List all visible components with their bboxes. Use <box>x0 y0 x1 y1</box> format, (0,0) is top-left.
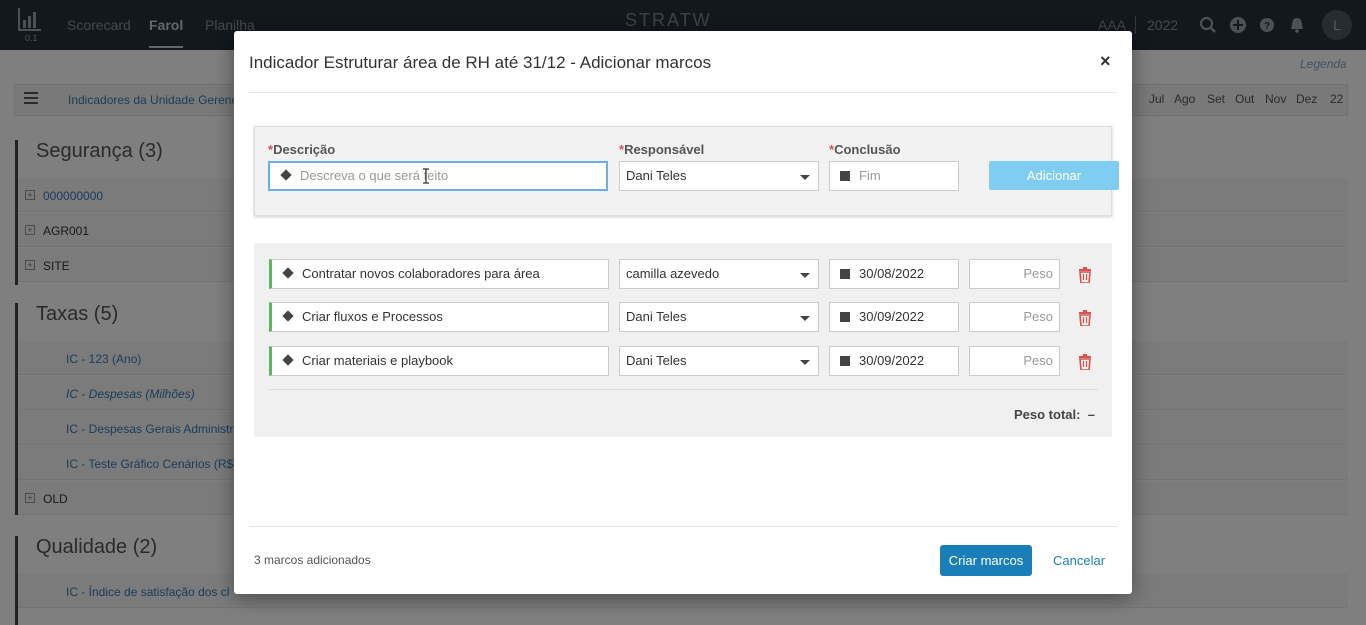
descricao-label: *Descrição <box>268 142 336 157</box>
milestone-description-input[interactable]: Contratar novos colaboradores para área <box>269 259 609 289</box>
chevron-down-icon <box>800 360 810 365</box>
weight-total-value: – <box>1087 407 1095 422</box>
trash-icon[interactable] <box>1078 354 1092 370</box>
milestone-owner-select[interactable]: Dani Teles <box>619 302 819 332</box>
add-button[interactable]: Adicionar <box>989 161 1119 190</box>
chevron-down-icon <box>800 273 810 278</box>
text-cursor-icon <box>423 168 429 184</box>
trash-icon[interactable] <box>1078 267 1092 283</box>
conclusao-label: *Conclusão <box>829 142 901 157</box>
milestone-date-input[interactable]: 30/08/2022 <box>829 259 959 289</box>
divider <box>249 526 1117 527</box>
trash-icon[interactable] <box>1078 310 1092 326</box>
diamond-icon <box>282 267 294 279</box>
diamond-icon <box>280 169 292 181</box>
modal-title: Indicador Estruturar área de RH até 31/1… <box>249 53 712 72</box>
milestone-description-input[interactable]: Criar materiais e playbook <box>269 346 609 376</box>
milestone-date-input[interactable]: 30/09/2022 <box>829 302 959 332</box>
milestones-count: 3 marcos adicionados <box>254 553 371 567</box>
conclusao-date-input[interactable]: Fim <box>829 161 959 191</box>
milestone-date-input[interactable]: 30/09/2022 <box>829 346 959 376</box>
add-milestones-modal: Indicador Estruturar área de RH até 31/1… <box>234 31 1132 594</box>
calendar-icon <box>840 171 850 181</box>
close-icon[interactable]: × <box>1100 51 1111 72</box>
create-milestones-button[interactable]: Criar marcos <box>940 545 1032 576</box>
milestone-weight-input[interactable]: Peso <box>969 346 1060 376</box>
calendar-icon <box>840 356 850 366</box>
diamond-icon <box>282 310 294 322</box>
descricao-input[interactable]: Descreva o que será feito <box>268 161 608 191</box>
milestone-weight-input[interactable]: Peso <box>969 259 1060 289</box>
milestone-description-input[interactable]: Criar fluxos e Processos <box>269 302 609 332</box>
cancel-button[interactable]: Cancelar <box>1053 553 1105 568</box>
milestone-owner-select[interactable]: camilla azevedo <box>619 259 819 289</box>
divider <box>268 389 1098 390</box>
diamond-icon <box>282 354 294 366</box>
calendar-icon <box>840 312 850 322</box>
responsavel-select[interactable]: Dani Teles <box>619 161 819 191</box>
divider <box>249 92 1117 93</box>
responsavel-label: *Responsável <box>619 142 705 157</box>
weight-total: Peso total: – <box>1014 407 1095 422</box>
milestone-weight-input[interactable]: Peso <box>969 302 1060 332</box>
add-milestone-form: *Descrição Descreva o que será feito *Re… <box>254 126 1119 216</box>
chevron-down-icon <box>800 316 810 321</box>
milestone-owner-select[interactable]: Dani Teles <box>619 346 819 376</box>
calendar-icon <box>840 269 850 279</box>
milestones-list: Contratar novos colaboradores para área … <box>254 243 1112 437</box>
chevron-down-icon <box>800 175 810 180</box>
